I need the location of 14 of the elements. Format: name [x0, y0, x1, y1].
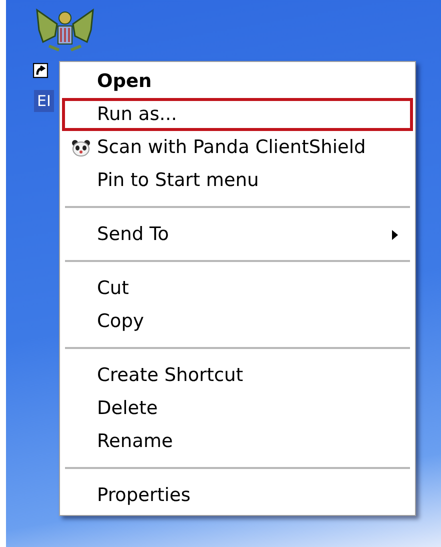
menu-item[interactable]: Copy — [62, 305, 413, 338]
menu-item[interactable]: Pin to Start menu — [62, 164, 413, 197]
menu-item[interactable]: Cut — [62, 272, 413, 305]
submenu-arrow-icon — [392, 230, 398, 240]
menu-item[interactable]: Delete — [62, 392, 413, 425]
menu-item[interactable]: Run as... — [62, 98, 413, 131]
menu-item[interactable]: Create Shortcut — [62, 359, 413, 392]
menu-item[interactable]: Send To — [62, 218, 413, 251]
menu-item[interactable]: Scan with Panda ClientShield — [62, 131, 413, 164]
panda-icon — [71, 138, 91, 156]
menu-item[interactable]: Rename — [62, 425, 413, 458]
menu-item[interactable]: Open — [62, 65, 413, 98]
icon-label[interactable]: EI — [34, 90, 54, 112]
menu-item[interactable]: Properties — [62, 479, 413, 512]
